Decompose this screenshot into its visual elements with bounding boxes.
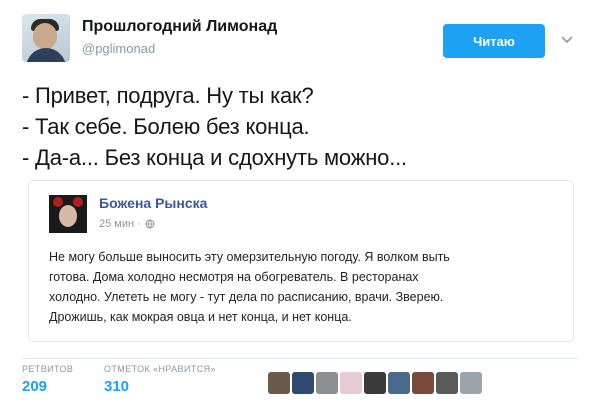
tweet-line: - Так себе. Болею без конца. bbox=[22, 114, 310, 139]
liker-avatar[interactable] bbox=[460, 372, 482, 394]
avatar-head bbox=[33, 23, 57, 49]
avatar-face bbox=[59, 205, 77, 227]
liker-avatar[interactable] bbox=[340, 372, 362, 394]
quoted-text-line: холодно. Улететь не могу - тут дела по р… bbox=[49, 290, 444, 304]
likes-count: 310 bbox=[104, 378, 130, 395]
quoted-post-card[interactable]: Божена Рынска 25 мин · Не могу больше вы… bbox=[28, 180, 574, 342]
avatar-body bbox=[26, 48, 66, 62]
follow-button[interactable]: Читаю bbox=[443, 24, 545, 58]
quoted-post-text: Не могу больше выносить эту омерзительну… bbox=[49, 247, 554, 327]
quoted-text-line: готова. Дома холодно несмотря на обогрев… bbox=[49, 270, 419, 284]
quoted-timestamp[interactable]: 25 мин · bbox=[99, 218, 155, 230]
liker-avatar[interactable] bbox=[364, 372, 386, 394]
globe-icon bbox=[145, 219, 155, 229]
likes-stat[interactable]: ОТМЕТОК «НРАВИТСЯ» 310 bbox=[104, 364, 216, 395]
quoted-text-line: Не могу больше выносить эту омерзительну… bbox=[49, 250, 450, 264]
avatar-ear bbox=[53, 197, 63, 207]
stats-divider bbox=[22, 358, 578, 359]
likers-avatar-row bbox=[268, 372, 482, 394]
quoted-text-line: Дрожишь, как мокрая овца и нет конца, и … bbox=[49, 310, 352, 324]
tweet-line: - Привет, подруга. Ну ты как? bbox=[22, 83, 314, 108]
tweet-line: - Да-а... Без конца и сдохнуть можно... bbox=[22, 145, 407, 170]
likes-label: ОТМЕТОК «НРАВИТСЯ» bbox=[104, 364, 216, 374]
author-name[interactable]: Прошлогодний Лимонад bbox=[82, 18, 277, 36]
liker-avatar[interactable] bbox=[412, 372, 434, 394]
liker-avatar[interactable] bbox=[268, 372, 290, 394]
liker-avatar[interactable] bbox=[388, 372, 410, 394]
quoted-author-avatar[interactable] bbox=[49, 195, 87, 233]
liker-avatar[interactable] bbox=[292, 372, 314, 394]
retweets-label: РЕТВИТОВ bbox=[22, 364, 74, 374]
liker-avatar[interactable] bbox=[436, 372, 458, 394]
tweet-text: - Привет, подруга. Ну ты как? - Так себе… bbox=[22, 80, 582, 173]
quoted-time-text: 25 мин · bbox=[99, 218, 141, 230]
author-avatar[interactable] bbox=[22, 14, 70, 62]
author-handle[interactable]: @pglimonad bbox=[82, 41, 155, 56]
retweets-stat[interactable]: РЕТВИТОВ 209 bbox=[22, 364, 73, 395]
avatar-ear bbox=[73, 197, 83, 207]
liker-avatar[interactable] bbox=[316, 372, 338, 394]
quoted-author-name[interactable]: Божена Рынска bbox=[99, 195, 207, 211]
chevron-down-icon[interactable] bbox=[560, 32, 574, 46]
retweets-count: 209 bbox=[22, 378, 48, 395]
